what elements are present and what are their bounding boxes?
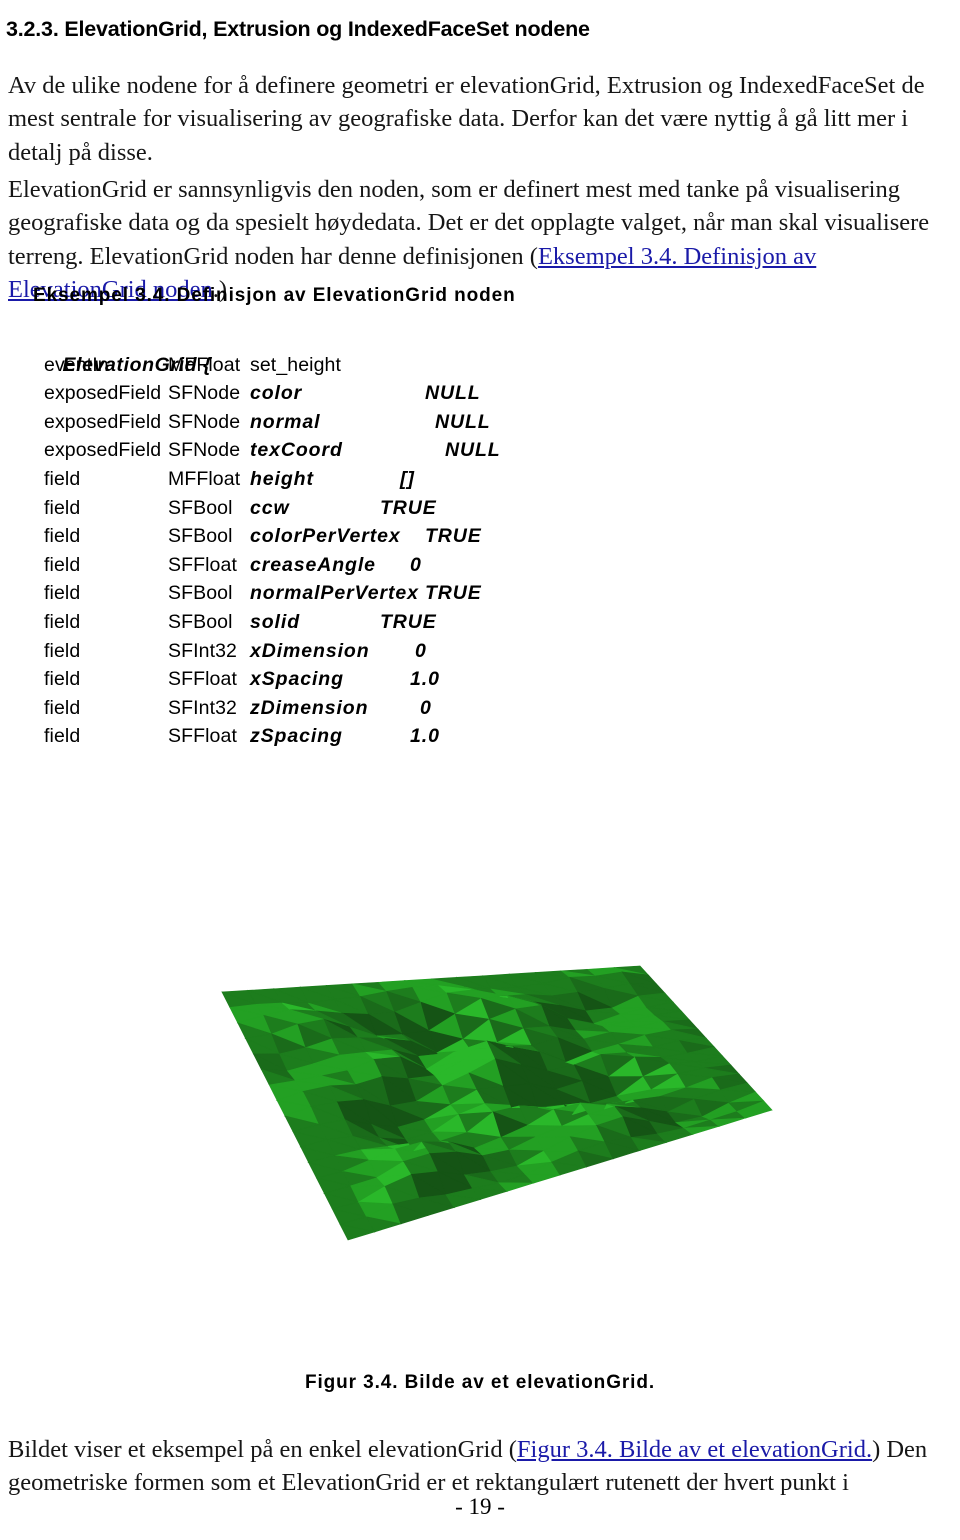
- field-data-type: SFBool: [168, 610, 233, 633]
- intro-paragraph: Av de ulike nodene for å definere geomet…: [8, 71, 925, 166]
- field-default-value: 0: [415, 639, 427, 662]
- page-number: - 19 -: [455, 1494, 505, 1519]
- code-field-row: field SFInt32 xDimension 0: [30, 637, 650, 666]
- code-field-row: field SFBool normalPerVertex TRUE: [30, 579, 650, 608]
- field-default-value: TRUE: [380, 610, 437, 633]
- code-block-elevationgrid-definition: ElevationGrid { eventIn MFFloat set_height…: [30, 322, 650, 805]
- code-field-row: exposedField SFNode normal NULL: [30, 408, 650, 437]
- field-default-value: 1.0: [410, 725, 440, 748]
- field-data-type: SFBool: [168, 496, 233, 519]
- code-field-row: field SFBool colorPerVertex TRUE: [30, 522, 650, 551]
- field-default-value: 1.0: [410, 668, 440, 691]
- field-default-value: NULL: [425, 382, 481, 405]
- field-default-value: TRUE: [425, 582, 482, 605]
- field-name: creaseAngle: [250, 553, 376, 576]
- field-default-value: []: [400, 467, 415, 490]
- field-name: xDimension: [250, 639, 370, 662]
- field-access-type: field: [44, 639, 81, 662]
- field-name: xSpacing: [250, 668, 344, 691]
- field-access-type: field: [44, 668, 81, 691]
- field-access-type: field: [44, 496, 81, 519]
- field-access-type: field: [44, 582, 81, 605]
- field-access-type: field: [44, 553, 81, 576]
- field-name: color: [250, 382, 303, 405]
- field-name: ccw: [250, 496, 290, 519]
- figure-elevationgrid-image: [0, 770, 960, 1360]
- field-default-value: 0: [410, 553, 422, 576]
- field-name: zSpacing: [250, 725, 343, 748]
- code-field-row: field SFFloat creaseAngle 0: [30, 551, 650, 580]
- field-data-type: MFFloat: [168, 353, 241, 376]
- field-data-type: SFInt32: [168, 639, 237, 662]
- field-data-type: SFFloat: [168, 725, 237, 748]
- figure-caption: Figur 3.4. Bilde av et elevationGrid.: [304, 1372, 656, 1393]
- code-field-row: field SFFloat zSpacing 1.0: [30, 722, 650, 751]
- field-default-value: TRUE: [425, 525, 482, 548]
- field-data-type: SFBool: [168, 525, 233, 548]
- document-page: 3.2.3. ElevationGrid, Extrusion og Index…: [0, 0, 960, 1540]
- field-default-value: NULL: [445, 439, 501, 462]
- figure-description-paragraph: Bildet viser et eksempel på en enkel ele…: [8, 1433, 952, 1500]
- field-data-type: SFInt32: [168, 696, 237, 719]
- field-data-type: SFBool: [168, 582, 233, 605]
- field-access-type: field: [44, 725, 81, 748]
- field-access-type: exposedField: [44, 410, 162, 433]
- field-name: colorPerVertex: [250, 525, 401, 548]
- code-field-row: exposedField SFNode texCoord NULL: [30, 436, 650, 465]
- field-access-type: field: [44, 467, 81, 490]
- field-access-type: field: [44, 525, 81, 548]
- link-figur-3-4[interactable]: Figur 3.4. Bilde av et elevationGrid.: [517, 1436, 872, 1463]
- field-access-type: exposedField: [44, 439, 162, 462]
- code-field-row: field SFBool ccw TRUE: [30, 494, 650, 523]
- field-name: normalPerVertex: [250, 582, 419, 605]
- field-default-value: NULL: [435, 410, 491, 433]
- field-access-type: eventIn: [44, 353, 109, 376]
- code-field-row: eventIn MFFloat set_height: [30, 351, 650, 380]
- page-title: 3.2.3. ElevationGrid, Extrusion og Index…: [6, 17, 590, 42]
- field-data-type: MFFloat: [168, 467, 241, 490]
- field-default-value: TRUE: [380, 496, 437, 519]
- field-access-type: exposedField: [44, 382, 162, 405]
- field-name: texCoord: [250, 439, 343, 462]
- field-data-type: SFFloat: [168, 553, 237, 576]
- field-data-type: SFFloat: [168, 668, 237, 691]
- field-name: zDimension: [250, 696, 369, 719]
- field-access-type: field: [44, 610, 81, 633]
- field-data-type: SFNode: [168, 410, 241, 433]
- code-field-row: field SFBool solid TRUE: [30, 608, 650, 637]
- example-title: Eksempel 3.4. Definisjon av ElevationGri…: [33, 285, 516, 306]
- field-data-type: SFNode: [168, 382, 241, 405]
- code-field-rows: eventIn MFFloat set_height exposedField SFNo…: [30, 351, 650, 751]
- code-field-row: field SFFloat xSpacing 1.0: [30, 665, 650, 694]
- code-field-row: exposedField SFNode color NULL: [30, 379, 650, 408]
- field-name: normal: [250, 410, 321, 433]
- field-data-type: SFNode: [168, 439, 241, 462]
- elevationgrid-3d-render: [0, 770, 960, 1360]
- figure-text-before-link: Bildet viser et eksempel på en enkel ele…: [8, 1435, 517, 1463]
- code-line-open: ElevationGrid {: [30, 322, 650, 376]
- field-name: set_height: [250, 353, 341, 376]
- code-field-row: field SFInt32 zDimension 0: [30, 694, 650, 723]
- code-field-row: field MFFloat height []: [30, 465, 650, 494]
- field-name: height: [250, 467, 314, 490]
- field-default-value: 0: [420, 696, 432, 719]
- field-name: solid: [250, 610, 301, 633]
- field-access-type: field: [44, 696, 81, 719]
